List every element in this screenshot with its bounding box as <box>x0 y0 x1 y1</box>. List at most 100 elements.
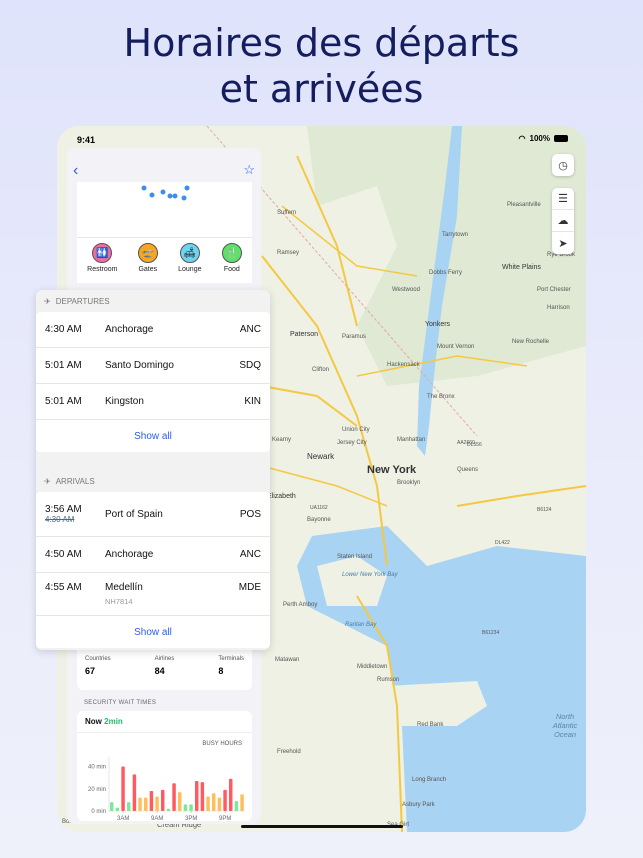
map-label: Hackensack <box>387 362 421 368</box>
battery-icon <box>554 135 568 142</box>
bar <box>161 789 165 811</box>
bar <box>212 793 216 811</box>
flight-time: 4:55 AM <box>45 582 82 593</box>
amenity-lounge[interactable]: 🛋 Lounge <box>178 243 201 283</box>
map-label: Brooklyn <box>397 480 420 486</box>
stat-value: 8 <box>218 666 224 676</box>
map-label: Ramsey <box>277 250 299 256</box>
amenities-row: 🚻 Restroom 🛫 Gates 🛋 Lounge 🍴 Food <box>77 237 252 283</box>
departure-row[interactable]: 5:01 AM Kingston KIN <box>36 384 270 420</box>
departure-row[interactable]: 4:30 AM Anchorage ANC <box>36 312 270 348</box>
departures-title: DEPARTURES <box>55 296 110 306</box>
headline-line2: et arrivées <box>219 67 424 111</box>
map-label: Staten Island <box>337 554 372 560</box>
map-label-new-york: New York <box>367 464 417 476</box>
status-bar-right: ◠ 100% <box>519 134 568 143</box>
arrival-plane-icon: ✈ <box>44 476 51 486</box>
map-label: Rumson <box>377 677 399 683</box>
flight-code: SDQ <box>239 360 261 371</box>
bar <box>206 796 210 811</box>
status-time: 9:41 <box>77 135 96 145</box>
flight-code: MDE <box>238 582 261 593</box>
bar <box>172 783 176 811</box>
terminal-minimap[interactable] <box>77 182 252 237</box>
location-arrow-icon[interactable]: ➤ <box>552 232 574 254</box>
wifi-icon: ◠ <box>518 134 526 143</box>
flight-code: POS <box>239 508 261 520</box>
departure-row[interactable]: 5:01 AM Santo Domingo SDQ <box>36 348 270 384</box>
weather-icon[interactable]: ☁ <box>552 210 574 232</box>
security-wait-card: Now 2min BUSY HOURS 0 min 20 min 40 min 3AM… <box>77 711 252 822</box>
flight-label[interactable]: UA1162 <box>310 505 328 511</box>
food-icon: 🍴 <box>221 243 242 263</box>
map-label-ocean: North Atlantic Ocean <box>552 712 578 739</box>
arrival-row[interactable]: 3:56 AM 4:30 AM Port of Spain POS <box>36 492 270 537</box>
headline: Horaires des départs et arrivées <box>0 20 643 112</box>
flight-label[interactable]: B61234 <box>482 630 499 636</box>
amenity-label: Restroom <box>87 266 118 273</box>
map-label: Matawan <box>275 657 299 663</box>
arrivals-list: 3:56 AM 4:30 AM Port of Spain POS 4:50 AM An… <box>36 492 270 648</box>
x-tick-label: 3AM <box>117 816 129 822</box>
map-label: Long Branch <box>412 777 446 783</box>
bar <box>138 797 142 811</box>
map-label: Paterson <box>290 331 318 338</box>
bar <box>166 808 171 811</box>
bar <box>195 781 199 811</box>
x-tick-label: 9AM <box>151 816 163 822</box>
now-value: 2min <box>104 717 123 726</box>
flight-city: Santo Domingo <box>105 360 174 371</box>
original-time: 4:30 AM <box>45 515 75 524</box>
x-tick-label: 3PM <box>185 816 197 822</box>
arrivals-show-all-button[interactable]: Show all <box>36 616 270 648</box>
amenity-food[interactable]: 🍴 Food <box>221 243 242 283</box>
arrivals-title: ARRIVALS <box>55 476 95 486</box>
y-tick-label: 20 min <box>88 787 106 793</box>
bar <box>121 766 125 811</box>
amenity-restroom[interactable]: 🚻 Restroom <box>87 243 118 283</box>
flight-city: Anchorage <box>105 324 154 335</box>
busy-hours-chart: 0 min 20 min 40 min 3AM 9AM 3PM 9PM <box>88 757 245 822</box>
bar <box>217 797 222 811</box>
stat-value: 67 <box>85 666 96 676</box>
map-label: Jersey City <box>337 440 367 446</box>
departures-show-all-button[interactable]: Show all <box>36 420 270 452</box>
map-label: Yonkers <box>425 321 451 328</box>
map-label: Pleasantville <box>507 202 541 208</box>
map-label: Middletown <box>357 664 387 670</box>
bar <box>229 778 233 811</box>
flight-city: Kingston <box>105 396 144 407</box>
bar <box>127 802 131 811</box>
flight-label[interactable]: B6124 <box>537 507 552 513</box>
clock-icon[interactable]: ◷ <box>552 154 574 176</box>
home-indicator <box>241 825 403 828</box>
y-tick-label: 40 min <box>88 765 106 771</box>
flight-label[interactable]: DL556 <box>467 442 482 448</box>
flight-label[interactable]: DL422 <box>495 540 510 546</box>
map-label: Port Chester <box>537 287 571 293</box>
airport-stats: Countries 67 Airlines 84 Terminals 8 <box>77 650 252 690</box>
favorite-star-icon[interactable]: ☆ <box>243 162 255 178</box>
flight-time: 5:01 AM <box>45 360 82 371</box>
map-label: Lower New York Bay <box>342 572 399 578</box>
filter-icon[interactable]: ☰ <box>552 188 574 210</box>
bar <box>155 796 159 811</box>
flight-city: Medellín <box>105 582 143 593</box>
amenity-gates[interactable]: 🛫 Gates <box>137 243 158 283</box>
back-chevron-icon[interactable]: ‹ <box>73 162 78 180</box>
flight-time: 4:30 AM <box>45 324 82 335</box>
bar <box>115 807 120 811</box>
map-label: The Bronx <box>427 394 455 400</box>
map-label: New Rochelle <box>512 339 550 345</box>
map-label: Paramus <box>342 334 366 340</box>
flight-number: NH7814 <box>105 597 133 606</box>
flight-city: Anchorage <box>105 549 154 560</box>
flight-code: ANC <box>239 549 261 560</box>
arrival-row[interactable]: 4:55 AM Medellín NH7814 MDE <box>36 573 270 616</box>
stat-terminals: Terminals 8 <box>218 656 244 684</box>
map-label: Harrison <box>547 305 570 311</box>
arrival-row[interactable]: 4:50 AM Anchorage ANC <box>36 537 270 573</box>
map-label: Tarrytown <box>442 232 468 238</box>
flight-time: 3:56 AM <box>45 504 82 515</box>
map-label: Clifton <box>312 367 329 373</box>
